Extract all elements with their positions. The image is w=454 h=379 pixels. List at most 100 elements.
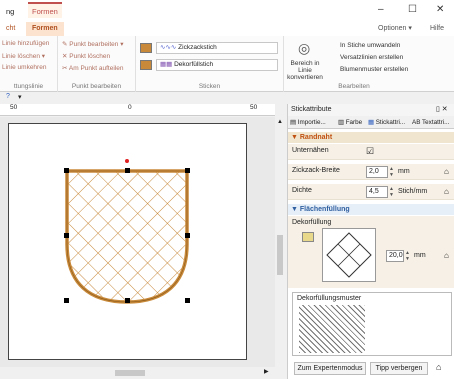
add-line-button[interactable]: Linie hinzufügen bbox=[2, 40, 49, 47]
close-button[interactable]: ✕ bbox=[436, 4, 444, 15]
edit-point-button[interactable]: ✎ Punkt bearbeiten ▾ bbox=[62, 40, 123, 48]
resize-handle[interactable] bbox=[64, 298, 69, 303]
qat-more-icon[interactable]: ▾ bbox=[18, 93, 22, 101]
ruler-tick-label: 0 bbox=[128, 104, 132, 111]
tab-import[interactable]: ▤ Importie... bbox=[290, 117, 326, 128]
color-icon: ▥ bbox=[338, 119, 346, 126]
zigzag-width-label: Zickzack-Breite bbox=[292, 167, 340, 174]
fill-size-input[interactable]: 20,0 bbox=[386, 250, 404, 262]
ruler-tick-label: 50 bbox=[250, 104, 258, 111]
tab-file[interactable]: ng bbox=[2, 4, 18, 20]
stitch-type-combo-fill[interactable]: ▦▦ Dekorfüllstich bbox=[156, 59, 278, 71]
home-icon[interactable]: ⌂ bbox=[444, 187, 449, 196]
density-input[interactable]: 4,5 bbox=[366, 186, 388, 198]
scroll-up-icon[interactable]: ▲ bbox=[277, 119, 283, 125]
scroll-thumb[interactable] bbox=[115, 370, 145, 376]
ribbon-tab-formen[interactable]: Formen bbox=[26, 22, 64, 36]
fill-size-unit: mm bbox=[414, 252, 426, 259]
horizontal-scrollbar[interactable]: ▶ bbox=[0, 367, 285, 379]
shield-shape[interactable] bbox=[9, 124, 248, 361]
resize-handle[interactable] bbox=[125, 298, 130, 303]
zigzag-width-unit: mm bbox=[398, 168, 410, 175]
chevron-down-icon: ▾ bbox=[408, 25, 412, 32]
fill-size-stepper[interactable]: ▲ ▼ bbox=[405, 250, 411, 262]
fill-label: Dekorfüllung bbox=[292, 219, 332, 226]
tab-stitch-attributes[interactable]: ▦ Stickattri... bbox=[368, 117, 405, 128]
split-icon: ✂ bbox=[62, 65, 69, 72]
expert-mode-button[interactable]: Zum Expertenmodus bbox=[294, 362, 366, 375]
hint-box: Dekorfüllungsmuster bbox=[292, 292, 452, 356]
maximize-button[interactable]: ☐ bbox=[408, 4, 417, 15]
outline-color-swatch[interactable] bbox=[140, 43, 152, 53]
ribbon-group-sticken: ∿∿∿ Zickzackstich ▦▦ Dekorfüllstich Stic… bbox=[136, 36, 284, 92]
zigzag-width-stepper[interactable]: ▲ ▼ bbox=[389, 166, 395, 178]
convert-to-stitches-button[interactable]: In Stiche umwandeln bbox=[340, 42, 400, 49]
ruler-horizontal: 50 0 50 bbox=[0, 104, 275, 116]
options-label: Optionen bbox=[378, 25, 407, 32]
folder-icon[interactable] bbox=[302, 232, 314, 242]
resize-handle[interactable] bbox=[185, 298, 190, 303]
decorative-fill-pattern-image bbox=[299, 305, 365, 353]
section-randnaht[interactable]: ▼ Randnaht bbox=[288, 132, 454, 143]
quick-access-toolbar: ? ▾ bbox=[0, 93, 280, 103]
row-underlay: Unternähen ☑ bbox=[288, 144, 454, 160]
group-label-line: ttungslinie bbox=[13, 83, 44, 90]
ribbon-tab-view[interactable]: cht bbox=[0, 22, 21, 36]
scroll-right-icon[interactable]: ▶ bbox=[264, 368, 269, 375]
home-icon[interactable]: ⌂ bbox=[444, 251, 449, 260]
reverse-line-button[interactable]: Linie umkehren bbox=[2, 64, 46, 71]
resize-handle[interactable] bbox=[185, 168, 190, 173]
row-zigzag-width: Zickzack-Breite 2,0 ▲ ▼ mm ⌂ bbox=[288, 164, 454, 180]
resize-handle[interactable] bbox=[185, 233, 190, 238]
combo-outline-value: Zickzackstich bbox=[178, 44, 217, 51]
panel-title: Stickattribute bbox=[291, 106, 332, 113]
stitch-attr-icon: ▦ bbox=[368, 119, 376, 126]
stitch-type-combo-outline[interactable]: ∿∿∿ Zickzackstich bbox=[156, 42, 278, 54]
options-menu[interactable]: Optionen ▾ bbox=[372, 22, 418, 36]
minimize-button[interactable]: – bbox=[378, 4, 384, 15]
zigzag-icon: ∿∿∿ bbox=[160, 44, 177, 51]
tab-formen[interactable]: Formen bbox=[28, 2, 62, 18]
delete-line-button[interactable]: Linie löschen ▾ bbox=[2, 52, 45, 60]
hide-hint-button[interactable]: Tipp verbergen bbox=[370, 362, 428, 375]
ribbon-tab-bar: cht Formen Optionen ▾ Hilfe bbox=[0, 22, 454, 36]
convert-area-to-line-button[interactable]: Bereich in Linie konvertieren bbox=[286, 60, 324, 81]
group-label-bearbeiten: Bearbeiten bbox=[338, 83, 370, 90]
create-offset-lines-button[interactable]: Versatzlinien erstellen bbox=[340, 54, 403, 61]
panel-tabs: ▤ Importie... ▥ Farbe ▦ Stickattri... AB… bbox=[288, 116, 454, 129]
tab-color[interactable]: ▥ Farbe bbox=[338, 117, 362, 128]
underlay-label: Unternähen bbox=[292, 147, 329, 154]
ribbon-group-bearbeiten: ◎ Bereich in Linie konvertieren In Stich… bbox=[284, 36, 424, 92]
pattern-label: Dekorfüllungsmuster bbox=[297, 295, 362, 302]
settings-icon[interactable]: ⌂ bbox=[436, 362, 441, 372]
group-label-sticken: Sticken bbox=[198, 83, 221, 90]
title-bar: ng Formen – ☐ ✕ bbox=[0, 0, 454, 22]
fill-settings-area: Dekorfüllung 20,0 ▲ ▼ mm ⌂ bbox=[288, 216, 454, 288]
density-stepper[interactable]: ▲ ▼ bbox=[389, 186, 395, 198]
fill-color-swatch[interactable] bbox=[140, 60, 152, 70]
section-flaechenfuellung[interactable]: ▼ Flächenfüllung bbox=[288, 204, 454, 215]
fill-pattern-preview[interactable] bbox=[322, 228, 376, 282]
resize-handle[interactable] bbox=[64, 233, 69, 238]
stitch-attributes-panel: Stickattribute ▯ ✕ ▤ Importie... ▥ Farbe… bbox=[287, 104, 454, 379]
help-link[interactable]: Hilfe bbox=[424, 22, 450, 36]
scroll-thumb[interactable] bbox=[277, 235, 283, 275]
resize-handle[interactable] bbox=[125, 168, 130, 173]
zigzag-width-input[interactable]: 2,0 bbox=[366, 166, 388, 178]
decorative-fill-icon: ▦▦ bbox=[160, 61, 173, 68]
panel-pin-close-icon[interactable]: ▯ ✕ bbox=[436, 104, 448, 116]
row-density: Dichte 4,5 ▲ ▼ Stich/mm ⌂ bbox=[288, 184, 454, 200]
help-icon[interactable]: ? bbox=[6, 93, 10, 100]
group-label-point: Punkt bearbeiten bbox=[71, 83, 122, 90]
home-icon[interactable]: ⌂ bbox=[444, 167, 449, 176]
delete-point-button[interactable]: ✕ Punkt löschen bbox=[62, 52, 110, 60]
split-point-button[interactable]: ✂ Am Punkt aufteilen bbox=[62, 64, 123, 72]
tab-text-attributes[interactable]: AB Textattri... bbox=[412, 117, 449, 128]
ruler-tick-label: 50 bbox=[10, 104, 18, 111]
underlay-checkbox[interactable]: ☑ bbox=[366, 146, 374, 157]
resize-handle[interactable] bbox=[64, 168, 69, 173]
create-flower-pattern-button[interactable]: Blumenmuster erstellen bbox=[340, 66, 408, 73]
design-canvas[interactable] bbox=[0, 117, 275, 367]
vertical-scrollbar[interactable]: ▲ bbox=[275, 117, 285, 367]
density-unit: Stich/mm bbox=[398, 188, 428, 195]
